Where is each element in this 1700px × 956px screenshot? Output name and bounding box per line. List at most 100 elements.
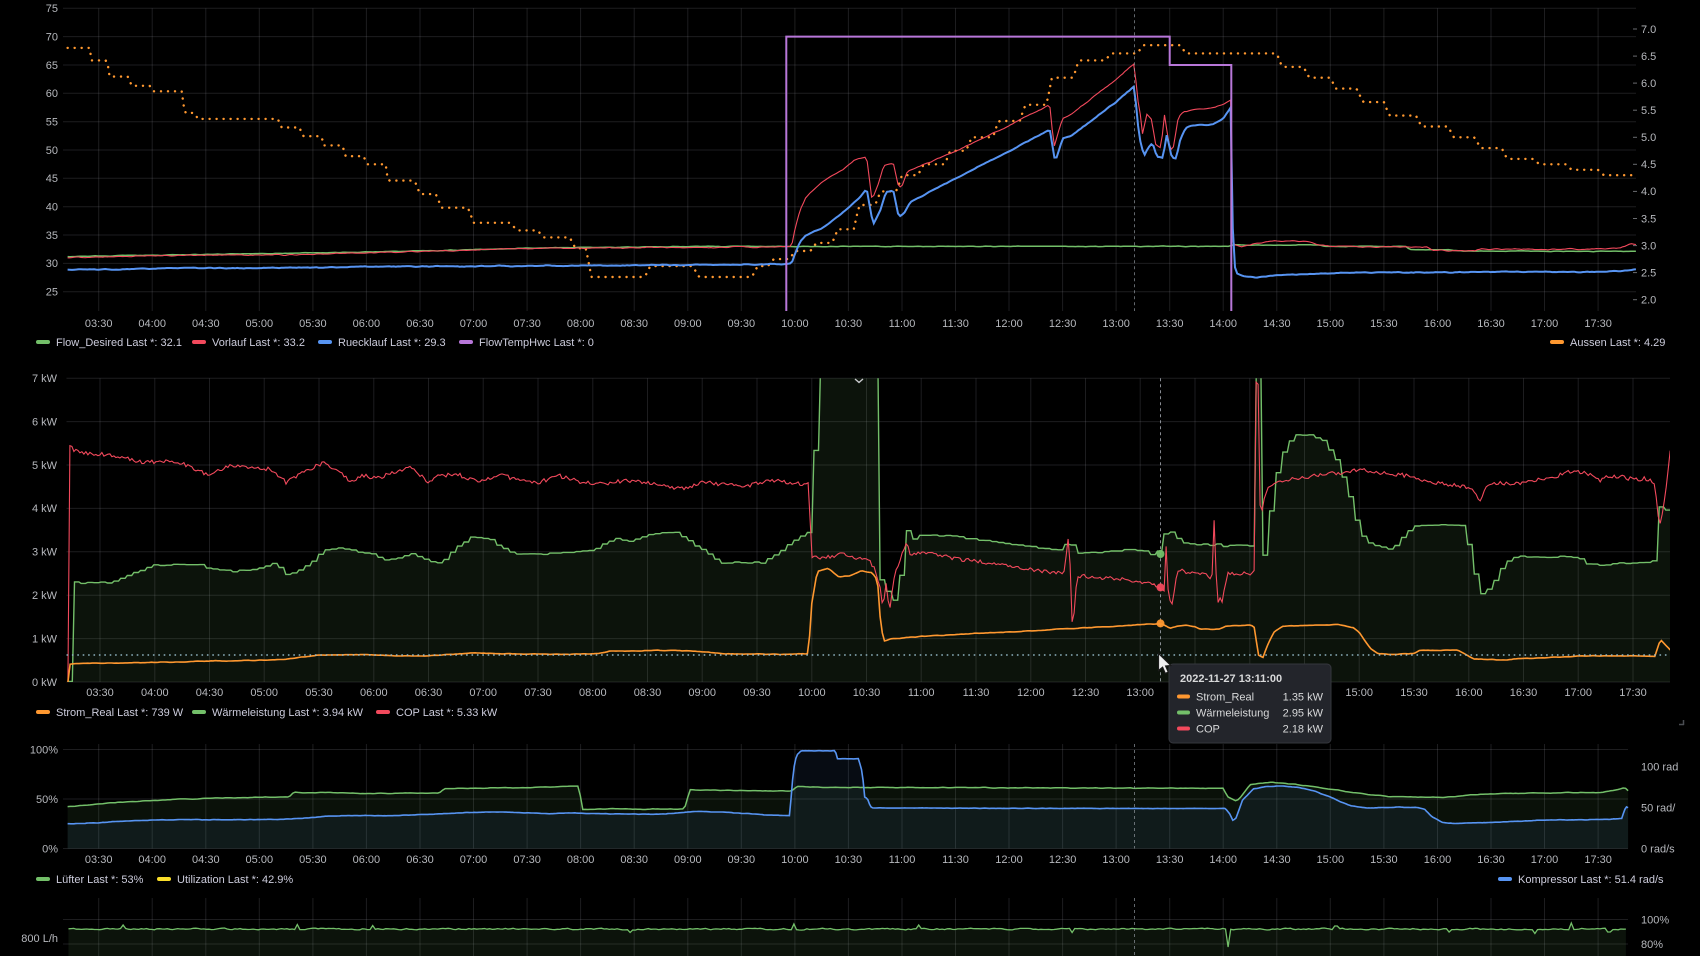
svg-text:05:30: 05:30 [305,687,333,699]
svg-text:100%: 100% [30,744,58,756]
svg-text:10:30: 10:30 [835,318,863,330]
svg-text:09:00: 09:00 [674,854,702,866]
svg-text:03:30: 03:30 [85,318,113,330]
svg-text:06:00: 06:00 [353,854,381,866]
svg-text:11:00: 11:00 [889,318,916,330]
svg-text:08:00: 08:00 [567,318,595,330]
svg-text:13:00: 13:00 [1126,687,1154,699]
svg-text:30: 30 [46,258,58,270]
svg-text:15:00: 15:00 [1317,854,1345,866]
svg-text:10:30: 10:30 [835,854,863,866]
svg-text:3 kW: 3 kW [32,547,58,559]
svg-text:15:00: 15:00 [1317,318,1345,330]
svg-text:14:00: 14:00 [1209,318,1237,330]
svg-text:11:30: 11:30 [963,687,990,699]
svg-text:80%: 80% [1641,939,1663,951]
svg-text:07:30: 07:30 [513,854,541,866]
svg-text:16:00: 16:00 [1424,854,1452,866]
svg-text:1 kW: 1 kW [32,633,58,645]
svg-text:12:30: 12:30 [1072,687,1100,699]
svg-text:17:30: 17:30 [1584,318,1612,330]
svg-text:11:30: 11:30 [942,318,969,330]
svg-text:2022-11-27 13:11:00: 2022-11-27 13:11:00 [1180,673,1282,685]
svg-text:04:00: 04:00 [141,687,169,699]
svg-text:10:00: 10:00 [781,318,809,330]
svg-text:15:30: 15:30 [1370,854,1398,866]
svg-text:6 kW: 6 kW [32,416,58,428]
svg-text:FlowTempHwc Last *: 0: FlowTempHwc Last *: 0 [479,337,594,349]
svg-text:2.18 kW: 2.18 kW [1283,724,1324,736]
svg-text:1.35 kW: 1.35 kW [1283,692,1324,704]
svg-text:35: 35 [46,230,58,242]
svg-text:17:00: 17:00 [1531,854,1559,866]
svg-text:Kompressor Last *: 51.4 rad/s: Kompressor Last *: 51.4 rad/s [1518,874,1664,886]
svg-text:10:00: 10:00 [798,687,826,699]
svg-text:16:00: 16:00 [1455,687,1483,699]
svg-text:13:00: 13:00 [1102,318,1130,330]
svg-text:13:30: 13:30 [1156,854,1184,866]
svg-text:12:00: 12:00 [995,854,1023,866]
svg-text:55: 55 [46,117,58,129]
svg-text:07:30: 07:30 [513,318,541,330]
svg-text:40: 40 [46,202,58,214]
svg-text:13:30: 13:30 [1156,318,1184,330]
svg-text:6.5: 6.5 [1641,51,1656,63]
svg-text:08:00: 08:00 [567,854,595,866]
svg-text:04:30: 04:30 [192,854,220,866]
svg-text:06:30: 06:30 [415,687,443,699]
svg-text:04:00: 04:00 [138,854,166,866]
svg-text:08:30: 08:30 [634,687,662,699]
svg-text:16:30: 16:30 [1477,318,1505,330]
svg-text:Aussen Last *: 4.29: Aussen Last *: 4.29 [1570,337,1665,349]
svg-text:7 kW: 7 kW [32,373,58,385]
svg-text:75: 75 [46,3,58,15]
svg-text:15:30: 15:30 [1400,687,1428,699]
svg-text:16:00: 16:00 [1424,318,1452,330]
svg-text:COP Last *: 5.33 kW: COP Last *: 5.33 kW [396,707,498,719]
svg-text:16:30: 16:30 [1510,687,1538,699]
svg-text:45: 45 [46,173,58,185]
svg-text:06:30: 06:30 [406,318,434,330]
svg-text:07:00: 07:00 [469,687,497,699]
svg-text:06:30: 06:30 [406,854,434,866]
svg-text:0 rad/s: 0 rad/s [1641,843,1675,855]
svg-text:3.0: 3.0 [1641,240,1656,252]
svg-text:05:00: 05:00 [250,687,278,699]
svg-text:06:00: 06:00 [360,687,388,699]
svg-text:7.0: 7.0 [1641,24,1656,36]
svg-text:07:30: 07:30 [524,687,552,699]
svg-text:15:00: 15:00 [1345,687,1373,699]
svg-text:07:00: 07:00 [460,318,488,330]
svg-text:03:30: 03:30 [86,687,114,699]
svg-text:11:00: 11:00 [908,687,935,699]
svg-text:Wärmeleistung: Wärmeleistung [1196,708,1269,720]
svg-text:100%: 100% [1641,914,1669,926]
svg-text:08:00: 08:00 [579,687,607,699]
svg-text:17:00: 17:00 [1564,687,1592,699]
svg-text:15:30: 15:30 [1370,318,1398,330]
svg-text:14:30: 14:30 [1263,854,1291,866]
svg-text:09:30: 09:30 [728,318,756,330]
svg-text:12:30: 12:30 [1049,854,1077,866]
svg-text:04:00: 04:00 [138,318,166,330]
svg-text:25: 25 [46,287,58,299]
svg-text:05:30: 05:30 [299,854,327,866]
svg-text:6.0: 6.0 [1641,78,1656,90]
svg-text:Ruecklauf Last *: 29.3: Ruecklauf Last *: 29.3 [338,337,446,349]
svg-text:08:30: 08:30 [620,318,648,330]
svg-text:Wärmeleistung Last *: 3.94 kW: Wärmeleistung Last *: 3.94 kW [212,707,364,719]
svg-text:Strom_Real: Strom_Real [1196,692,1254,704]
svg-text:Utilization Last *: 42.9%: Utilization Last *: 42.9% [177,874,293,886]
svg-text:05:30: 05:30 [299,318,327,330]
svg-text:09:30: 09:30 [743,687,771,699]
svg-text:10:30: 10:30 [853,687,881,699]
svg-text:2.0: 2.0 [1641,295,1656,307]
svg-text:14:00: 14:00 [1209,854,1237,866]
svg-text:5.0: 5.0 [1641,132,1656,144]
svg-text:0 kW: 0 kW [32,677,58,689]
svg-text:Lüfter Last *: 53%: Lüfter Last *: 53% [56,874,144,886]
svg-text:09:30: 09:30 [728,854,756,866]
svg-text:800 L/h: 800 L/h [21,933,58,945]
svg-text:11:00: 11:00 [889,854,916,866]
svg-text:16:30: 16:30 [1477,854,1505,866]
